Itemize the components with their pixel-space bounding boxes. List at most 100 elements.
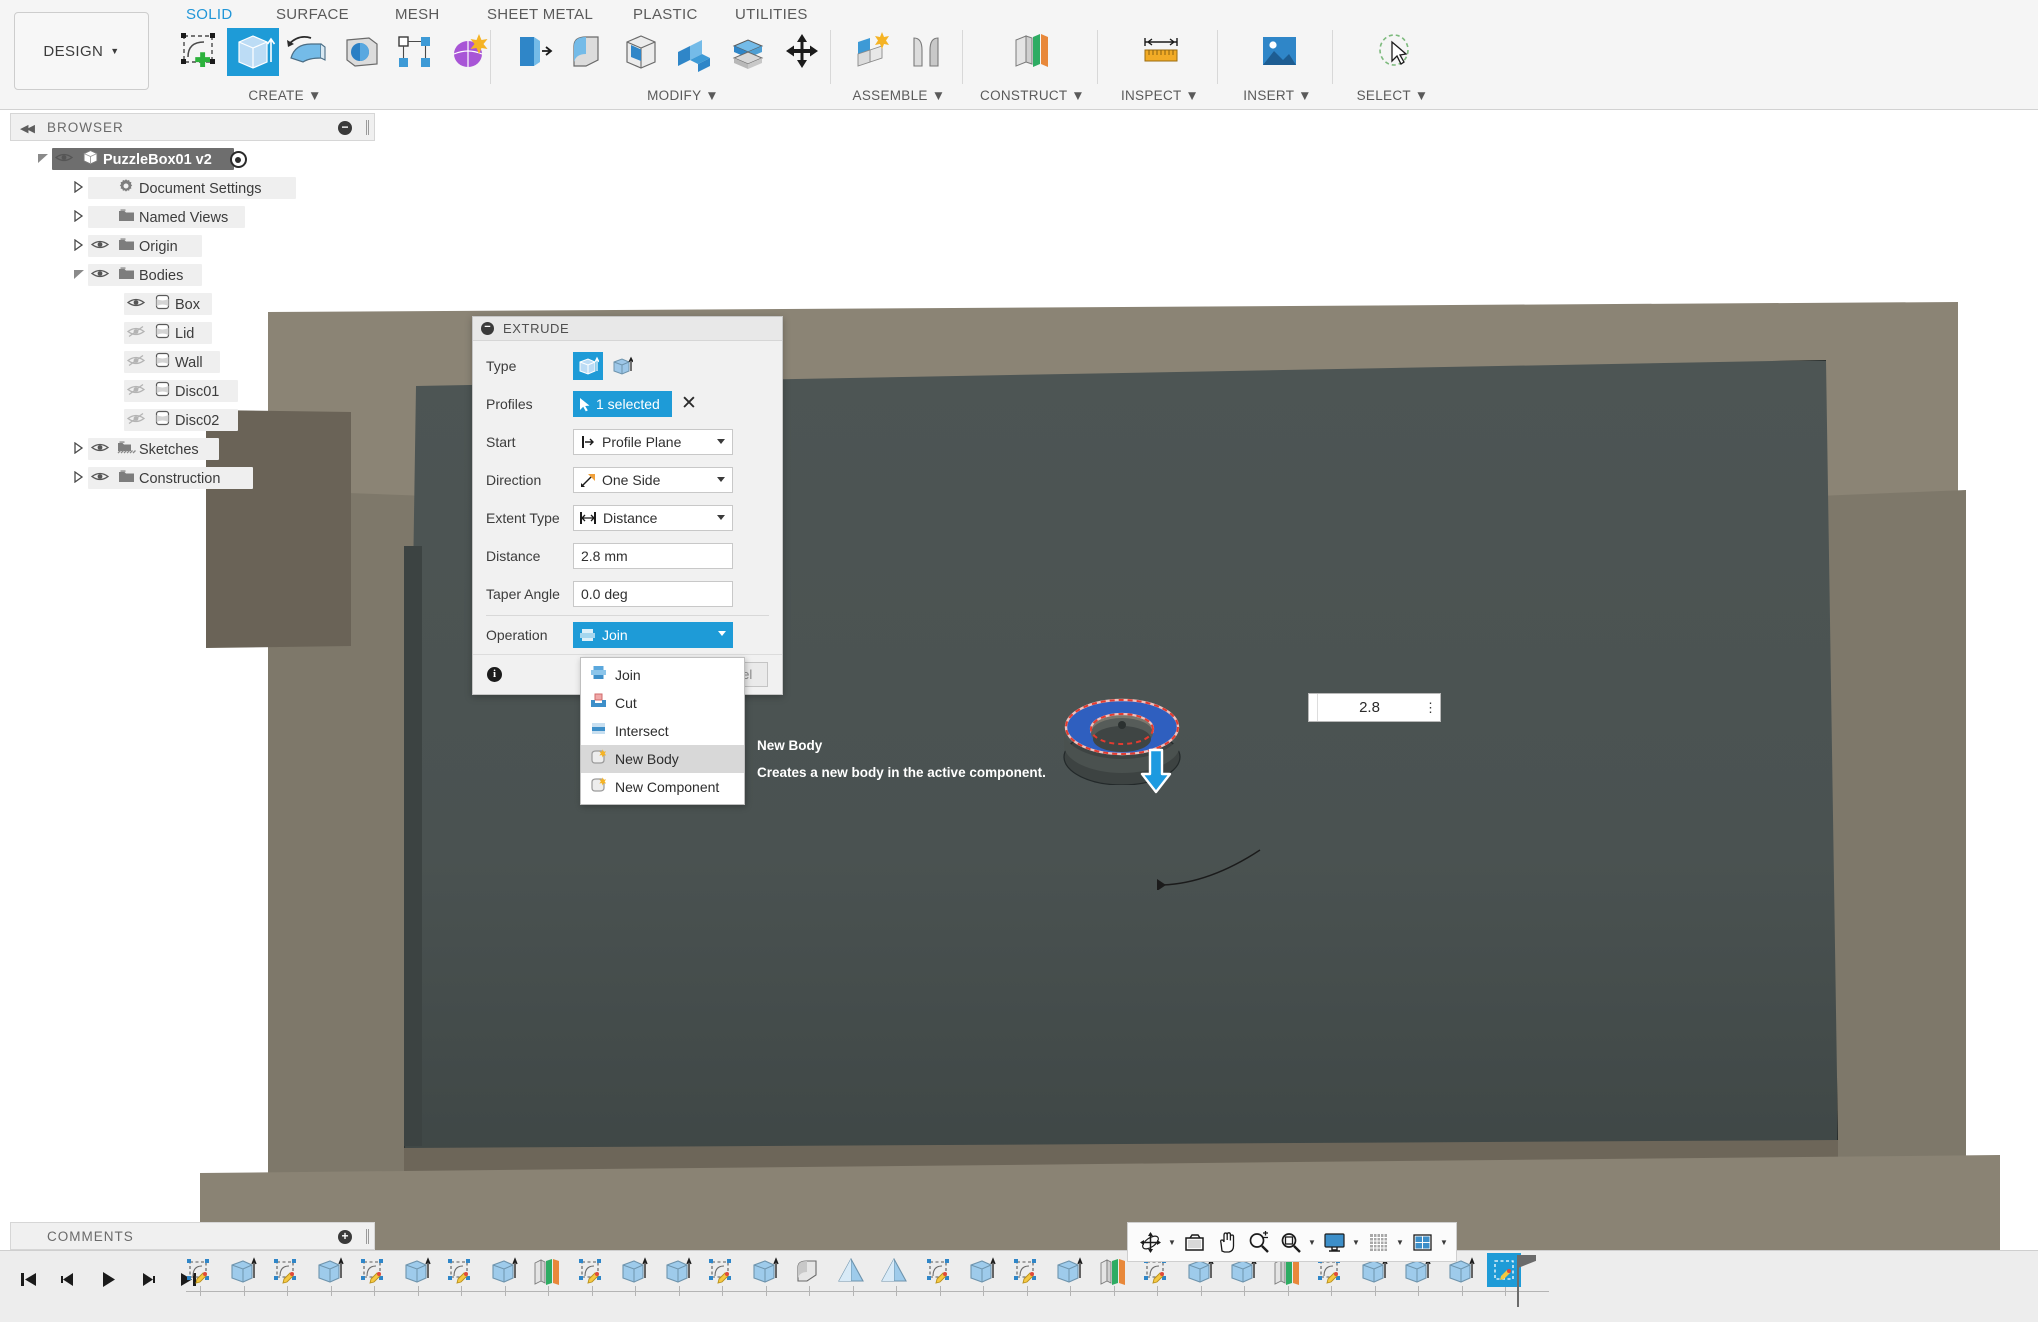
timeline-feature-extrude[interactable] [1052, 1255, 1086, 1289]
browser-item-disc02[interactable]: Disc02 [10, 406, 375, 435]
chevron-down-icon[interactable]: ▼ [308, 88, 322, 103]
chevron-down-icon[interactable] [717, 477, 725, 482]
display-settings-icon[interactable] [1318, 1227, 1350, 1257]
select-tool-icon[interactable] [1368, 28, 1420, 76]
tab-solid[interactable]: SOLID [186, 6, 233, 23]
timeline-feature-extrude[interactable] [400, 1255, 434, 1289]
create-extrude-icon[interactable] [227, 28, 279, 76]
browser-item-construction[interactable]: Construction [10, 464, 375, 493]
create-sketch-icon[interactable] [173, 28, 225, 76]
orbit-icon[interactable] [1134, 1227, 1166, 1257]
distance-manipulator-input[interactable]: 2.8 ⋮ [1308, 693, 1441, 722]
tab-utilities[interactable]: UTILITIES [735, 6, 808, 23]
chevron-down-icon[interactable]: ▼ [1415, 88, 1429, 103]
clear-selection-icon[interactable]: ✕ [681, 394, 697, 413]
chevron-down-icon[interactable] [717, 515, 725, 520]
assemble-new-component-icon[interactable] [846, 28, 898, 76]
tab-sheet-metal[interactable]: SHEET METAL [487, 6, 593, 23]
tab-surface[interactable]: SURFACE [276, 6, 349, 23]
tab-mesh[interactable]: MESH [395, 6, 440, 23]
timeline-feature-sketch[interactable] [443, 1255, 477, 1289]
modify-press-pull-icon[interactable] [506, 28, 558, 76]
assemble-joint-icon[interactable] [900, 28, 952, 76]
collapse-panel-icon[interactable]: ◀◀ [20, 122, 35, 135]
timeline-feature-sketch[interactable] [704, 1255, 738, 1289]
distance-input[interactable]: 2.8 mm [573, 543, 733, 569]
profiles-selection-button[interactable]: 1 selected [573, 391, 672, 417]
fit-icon[interactable] [1274, 1227, 1306, 1257]
manipulator-value[interactable]: 2.8 [1318, 699, 1421, 716]
chevron-down-icon[interactable]: ▼ [1394, 1238, 1406, 1247]
chevron-down-icon[interactable]: ▼ [1350, 1238, 1362, 1247]
timeline-feature-extrude[interactable] [661, 1255, 695, 1289]
browser-item-puzzlebox01-v2[interactable]: PuzzleBox01 v2 [10, 145, 375, 174]
chevron-down-icon[interactable]: ▼ [1166, 1238, 1178, 1247]
comments-resize-grip[interactable] [366, 1229, 369, 1244]
inspect-measure-icon[interactable] [1135, 28, 1187, 76]
timeline-feature-revolve[interactable] [878, 1255, 912, 1289]
create-revolve-icon[interactable] [281, 28, 333, 76]
pan-icon[interactable] [1210, 1227, 1242, 1257]
timeline-feature-sketch[interactable] [574, 1255, 608, 1289]
browser-item-origin[interactable]: Origin [10, 232, 375, 261]
visibility-eye-icon[interactable] [87, 470, 113, 488]
type-solid-icon[interactable] [573, 352, 603, 380]
timeline-current-feature[interactable] [1487, 1253, 1521, 1287]
browser-minimize-icon[interactable]: − [338, 121, 352, 135]
modify-combine-icon[interactable] [668, 28, 720, 76]
browser-item-disc01[interactable]: Disc01 [10, 377, 375, 406]
direction-dropdown[interactable]: One Side [573, 467, 733, 493]
viewports-icon[interactable] [1406, 1227, 1438, 1257]
operation-menu-item-new-component[interactable]: New Component [581, 773, 744, 801]
manipulator-more-icon[interactable]: ⋮ [1421, 701, 1440, 714]
timeline-feature-extrude[interactable] [748, 1255, 782, 1289]
visibility-eye-icon[interactable] [87, 267, 113, 285]
browser-item-document-settings[interactable]: Document Settings [10, 174, 375, 203]
grid-snaps-icon[interactable] [1362, 1227, 1394, 1257]
expand-triangle-icon[interactable] [70, 470, 87, 486]
taper-angle-input[interactable]: 0.0 deg [573, 581, 733, 607]
skip-to-start-icon[interactable] [12, 1257, 44, 1301]
chevron-down-icon[interactable]: ▼ [1298, 88, 1312, 103]
tab-plastic[interactable]: PLASTIC [633, 6, 698, 23]
expand-triangle-icon[interactable] [70, 238, 87, 254]
timeline-feature-sketch[interactable] [1009, 1255, 1043, 1289]
extrude-direction-arrow[interactable] [1138, 748, 1174, 796]
timeline-feature-extrude[interactable] [487, 1255, 521, 1289]
visibility-eye-icon[interactable] [123, 354, 149, 372]
step-forward-icon[interactable] [132, 1257, 164, 1301]
timeline-feature-plane[interactable] [1096, 1255, 1130, 1289]
modify-move-copy-icon[interactable] [776, 28, 828, 76]
timeline-track[interactable] [186, 1286, 1549, 1296]
operation-menu-item-new-body[interactable]: New Body [581, 745, 744, 773]
timeline-feature-revolve[interactable] [835, 1255, 869, 1289]
chevron-down-icon[interactable]: ▼ [1306, 1238, 1318, 1247]
zoom-icon[interactable] [1242, 1227, 1274, 1257]
browser-item-box[interactable]: Box [10, 290, 375, 319]
chevron-down-icon[interactable]: ▼ [1185, 88, 1199, 103]
browser-item-bodies[interactable]: Bodies [10, 261, 375, 290]
type-thin-icon[interactable] [607, 352, 637, 380]
operation-menu-item-intersect[interactable]: Intersect [581, 717, 744, 745]
create-pattern-icon[interactable] [389, 28, 441, 76]
chevron-down-icon[interactable] [718, 631, 726, 636]
activate-component-radio[interactable] [229, 151, 247, 168]
info-icon[interactable]: i [487, 667, 502, 682]
chevron-down-icon[interactable]: ▼ [1438, 1238, 1450, 1247]
expand-triangle-icon[interactable] [34, 153, 51, 167]
chevron-down-icon[interactable]: ▼ [932, 88, 946, 103]
browser-item-lid[interactable]: Lid [10, 319, 375, 348]
play-icon[interactable] [92, 1257, 124, 1301]
browser-item-named-views[interactable]: Named Views [10, 203, 375, 232]
timeline-feature-fillet[interactable] [791, 1255, 825, 1289]
timeline-feature-plane[interactable] [530, 1255, 564, 1289]
visibility-eye-icon[interactable] [123, 412, 149, 430]
timeline-feature-sketch[interactable] [922, 1255, 956, 1289]
step-back-icon[interactable] [52, 1257, 84, 1301]
timeline-feature-sketch[interactable] [356, 1255, 390, 1289]
timeline-feature-extrude[interactable] [965, 1255, 999, 1289]
manipulator-grip[interactable] [1309, 694, 1318, 721]
create-form-icon[interactable] [443, 28, 495, 76]
chevron-down-icon[interactable]: ▼ [705, 88, 719, 103]
operation-menu-item-cut[interactable]: Cut [581, 689, 744, 717]
